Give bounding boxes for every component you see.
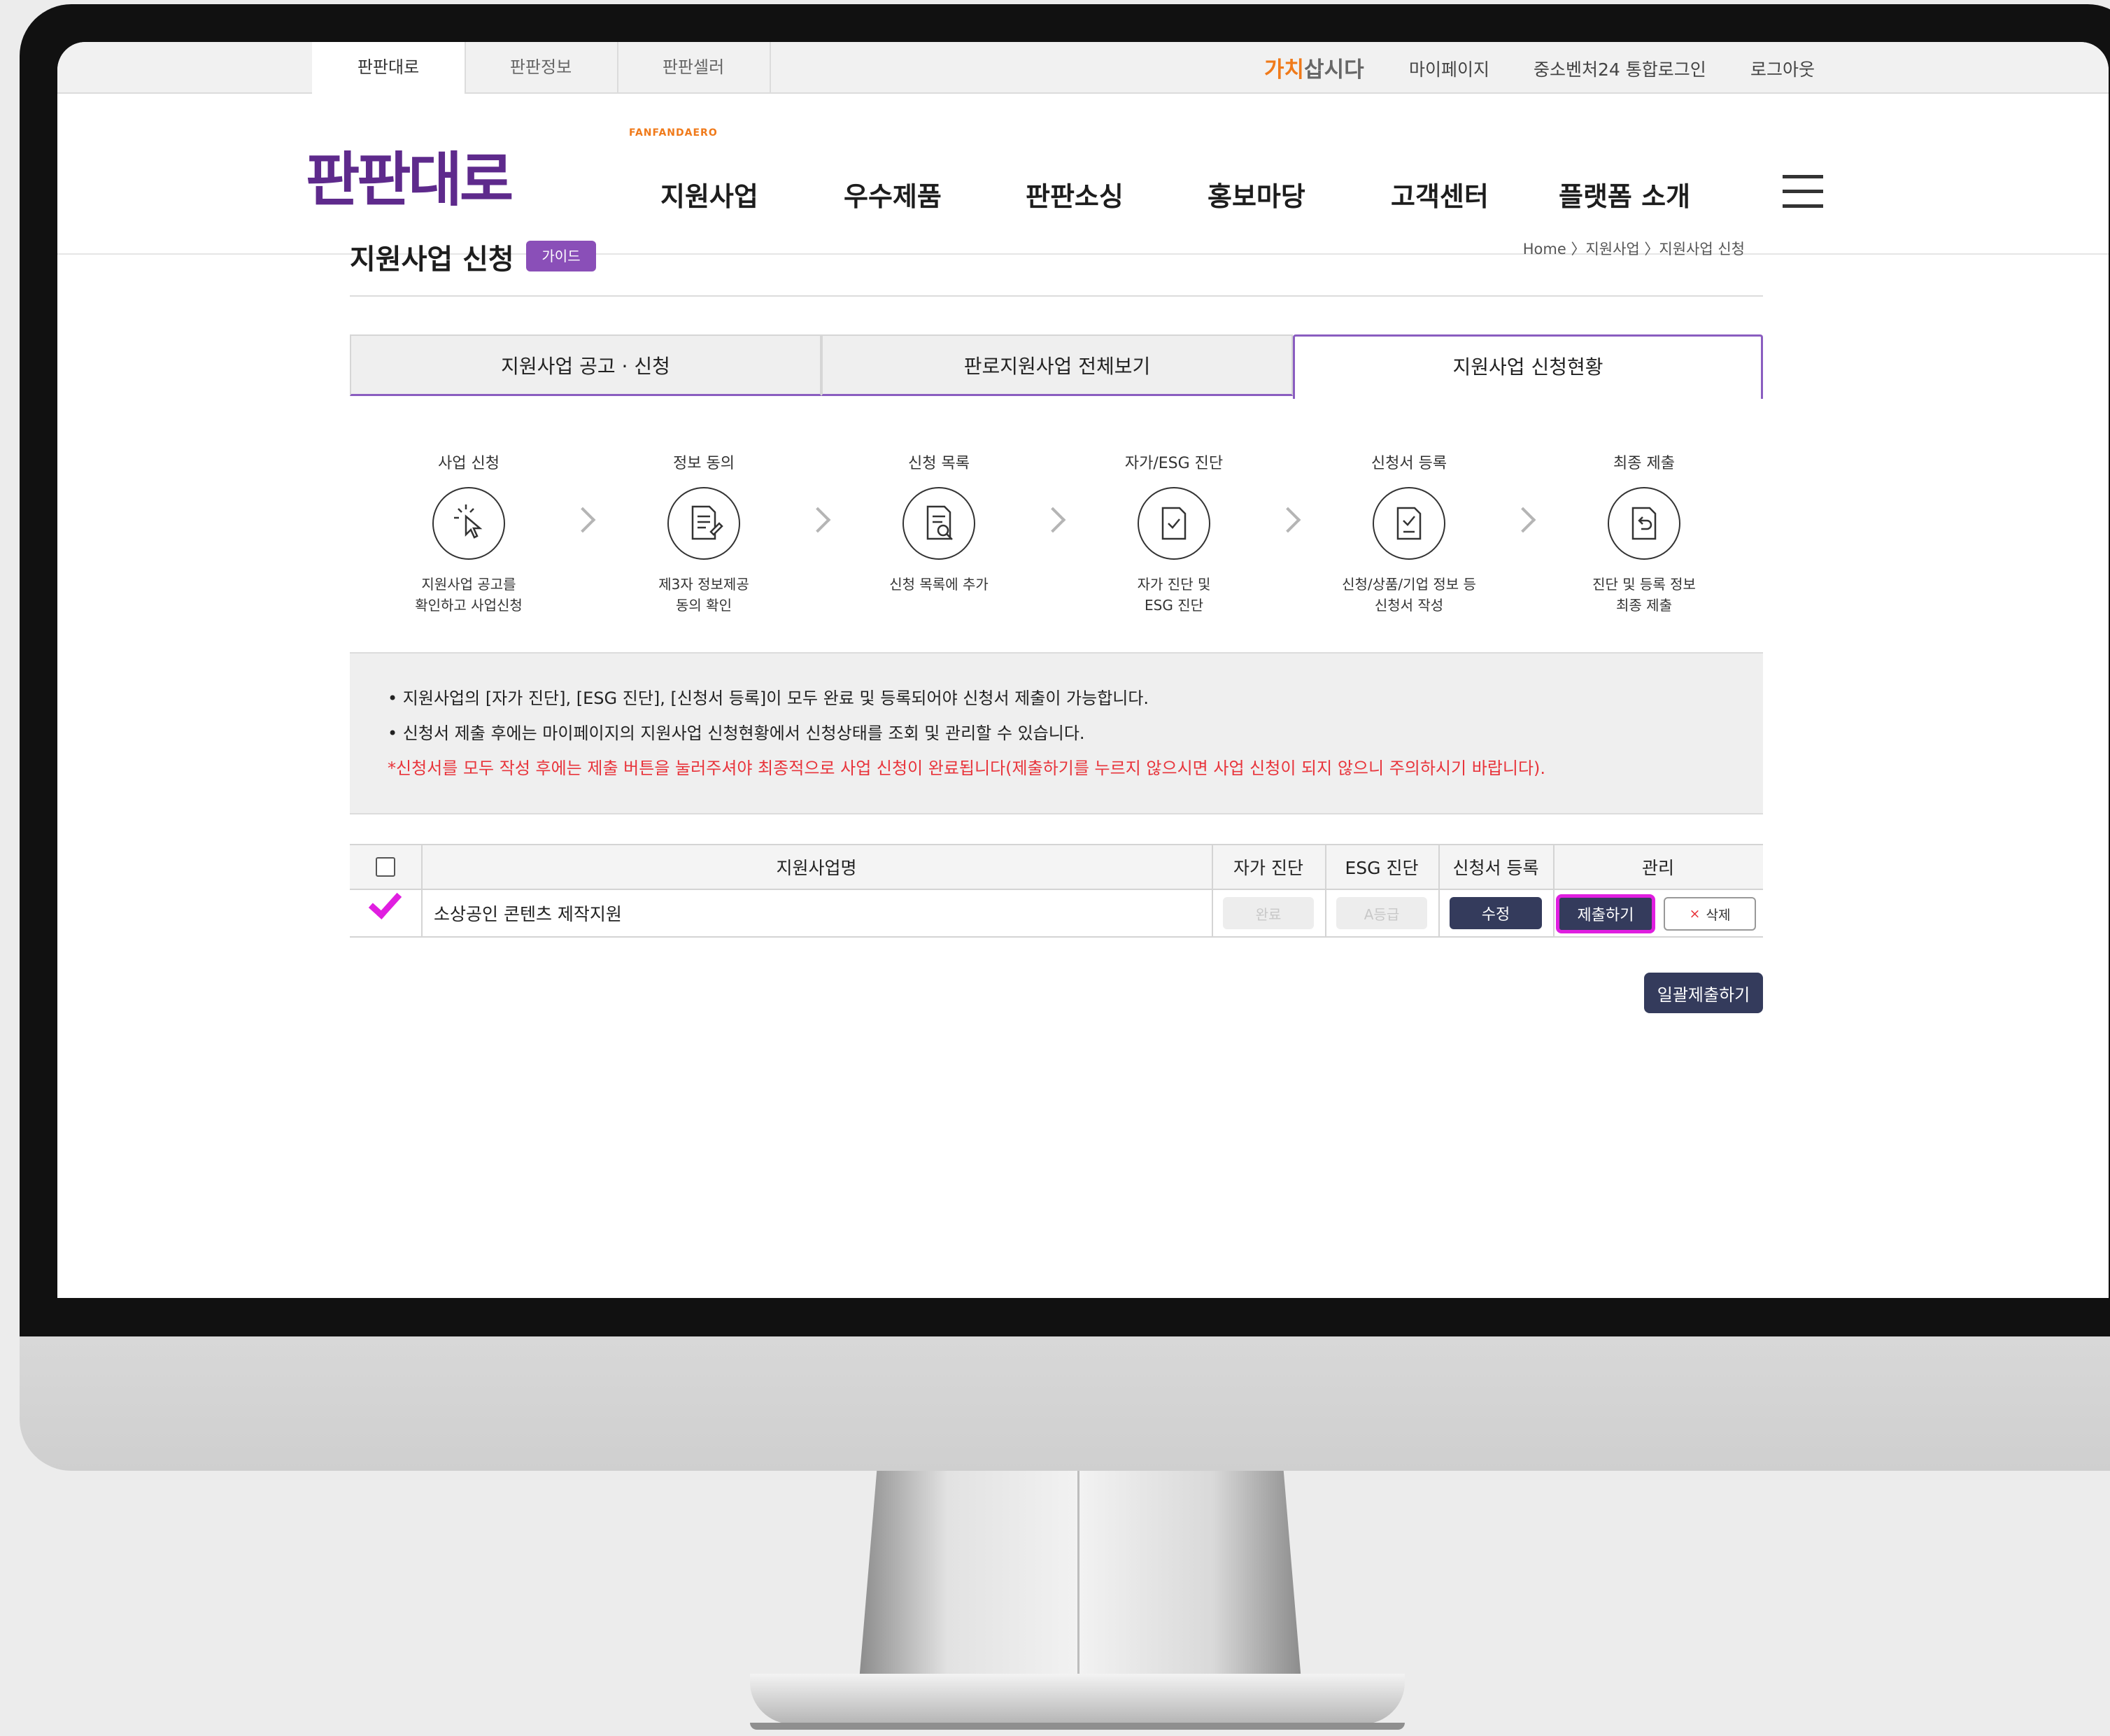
esg-grade-button[interactable]: A등급: [1336, 897, 1427, 929]
self-diagnosis-complete-button[interactable]: 완료: [1223, 897, 1314, 929]
site-tab-fanfandaero[interactable]: 판판대로: [312, 42, 466, 94]
logo-korean: 판판대로: [306, 146, 514, 214]
step-3: 신청 목록 신청 목록에 추가: [834, 451, 1044, 595]
gnb-sourcing[interactable]: 판판소싱: [1026, 175, 1124, 213]
step-1: 사업 신청 지원사업 공고를 확인하고 사업신청: [364, 451, 574, 616]
step-desc: 진단 및 등록 정보 최종 제출: [1592, 576, 1696, 614]
table-header: 지원사업명 자가 진단 ESG 진단 신청서 등록 관리: [350, 844, 1763, 890]
title-divider: [350, 295, 1763, 297]
document-search-icon: [902, 487, 975, 560]
gachi-sapsida-link[interactable]: 가치삽시다: [1264, 52, 1364, 83]
delete-label: 삭제: [1706, 907, 1731, 923]
sapsida-text: 삽시다: [1304, 57, 1364, 83]
breadcrumb: Home 〉지원사업 〉지원사업 신청: [1522, 241, 1745, 257]
monitor-chin: [20, 1336, 2110, 1471]
document-check-icon: [1373, 487, 1445, 560]
header-program-name: 지원사업명: [776, 858, 857, 878]
step-title: 정보 동의: [673, 455, 735, 472]
step-title: 자가/ESG 진단: [1124, 455, 1224, 472]
notice-line-1: • 지원사업의 [자가 진단], [ESG 진단], [신청서 등록]이 모두 …: [388, 689, 1149, 708]
chevron-right-icon: [569, 507, 596, 533]
chevron-right-icon: [1510, 507, 1536, 533]
logout-link[interactable]: 로그아웃: [1750, 56, 1815, 81]
step-2: 정보 동의 제3자 정보제공 동의 확인: [599, 451, 809, 616]
guide-button[interactable]: 가이드: [526, 241, 596, 271]
tab-bar: 지원사업 공고 · 신청 판로지원사업 전체보기 지원사업 신청현황: [350, 334, 1763, 399]
gnb-promotion[interactable]: 홍보마당: [1208, 175, 1305, 213]
select-all-checkbox[interactable]: [376, 857, 395, 877]
gnb-support-program[interactable]: 지원사업: [660, 175, 758, 213]
notice-line-2: • 신청서 제출 후에는 마이페이지의 지원사업 신청현황에서 신청상태를 조회…: [388, 724, 1085, 743]
self-diagnosis-cell: 완료: [1212, 890, 1325, 936]
chevron-right-icon: [805, 507, 831, 533]
delete-button[interactable]: × 삭제: [1664, 897, 1756, 931]
step-desc: 신청 목록에 추가: [889, 576, 989, 593]
cursor-click-icon: [432, 487, 505, 560]
site-header: FANFANDAERO 판판대로 지원사업 우수제품 판판소싱 홍보마당 고객센…: [57, 92, 2109, 255]
document-return-icon: [1608, 487, 1680, 560]
edit-application-button[interactable]: 수정: [1450, 897, 1542, 929]
program-name: 소상공인 콘텐츠 제작지원: [434, 904, 622, 924]
notice-box: • 지원사업의 [자가 진단], [ESG 진단], [신청서 등록]이 모두 …: [350, 652, 1763, 814]
tab-all-programs[interactable]: 판로지원사업 전체보기: [821, 334, 1293, 396]
monitor-stand-foot: [750, 1674, 1405, 1724]
mypage-link[interactable]: 마이페이지: [1409, 56, 1489, 81]
gnb-excellent-products[interactable]: 우수제품: [844, 175, 942, 213]
utility-bar: 판판대로 판판정보 판판셀러 가치삽시다 마이페이지 중소벤처24 통합로그인 …: [57, 42, 2109, 94]
site-tab-fanfan-seller[interactable]: 판판셀러: [617, 42, 771, 92]
gachi-text: 가치: [1264, 57, 1305, 83]
sme24-login-link[interactable]: 중소벤처24 통합로그인: [1534, 56, 1706, 81]
header-application-register: 신청서 등록: [1452, 858, 1539, 878]
gnb-customer-center[interactable]: 고객센터: [1391, 175, 1489, 213]
step-title: 최종 제출: [1613, 455, 1675, 472]
notice-warning: *신청서를 모두 작성 후에는 제출 버튼을 눌러주셔야 최종적으로 사업 신청…: [388, 758, 1546, 778]
step-title: 신청서 등록: [1371, 455, 1447, 472]
step-desc: 신청/상품/기업 정보 등 신청서 작성: [1342, 576, 1476, 614]
step-title: 사업 신청: [438, 455, 500, 472]
step-title: 신청 목록: [908, 455, 970, 472]
submit-button[interactable]: 제출하기: [1556, 894, 1655, 933]
monitor-stand-shadow: [750, 1723, 1405, 1730]
close-icon: ×: [1689, 906, 1701, 922]
select-all-cell: [350, 845, 421, 889]
step-desc: 제3자 정보제공 동의 확인: [658, 576, 749, 614]
chevron-right-icon: [1275, 507, 1301, 533]
step-desc: 지원사업 공고를 확인하고 사업신청: [415, 576, 523, 614]
step-4: 자가/ESG 진단 자가 진단 및 ESG 진단: [1069, 451, 1279, 616]
document-edit-icon: [667, 487, 740, 560]
monitor-stand-neck: [859, 1471, 1301, 1681]
column-divider: [1553, 890, 1555, 936]
header-self-diagnosis: 자가 진단: [1233, 858, 1303, 878]
clipboard-check-icon: [1138, 487, 1210, 560]
gnb-platform-intro[interactable]: 플랫폼 소개: [1559, 175, 1690, 213]
logo-english: FANFANDAERO: [629, 127, 718, 139]
header-manage: 관리: [1641, 858, 1674, 878]
menu-icon[interactable]: [1783, 175, 1823, 210]
esg-diagnosis-cell: A등급: [1325, 890, 1438, 936]
row-select-cell[interactable]: [350, 885, 421, 936]
page-title: 지원사업 신청: [350, 244, 514, 276]
chevron-right-icon: [1040, 507, 1066, 533]
table-row: 소상공인 콘텐츠 제작지원 완료 A등급 수정 제출하기 × 삭제: [350, 885, 1763, 938]
step-desc: 자가 진단 및 ESG 진단: [1137, 576, 1211, 614]
tab-notice-apply[interactable]: 지원사업 공고 · 신청: [350, 334, 821, 396]
header-esg-diagnosis: ESG 진단: [1345, 858, 1419, 878]
checkmark-icon: [364, 885, 406, 927]
step-5: 신청서 등록 신청/상품/기업 정보 등 신청서 작성: [1304, 451, 1514, 616]
site-tab-fanfan-info[interactable]: 판판정보: [465, 42, 618, 92]
tab-application-status[interactable]: 지원사업 신청현황: [1293, 334, 1763, 399]
register-cell: 수정: [1438, 890, 1553, 936]
step-6: 최종 제출 진단 및 등록 정보 최종 제출: [1539, 451, 1749, 616]
screen: 판판대로 판판정보 판판셀러 가치삽시다 마이페이지 중소벤처24 통합로그인 …: [57, 42, 2109, 1298]
bulk-submit-button[interactable]: 일괄제출하기: [1644, 973, 1763, 1013]
